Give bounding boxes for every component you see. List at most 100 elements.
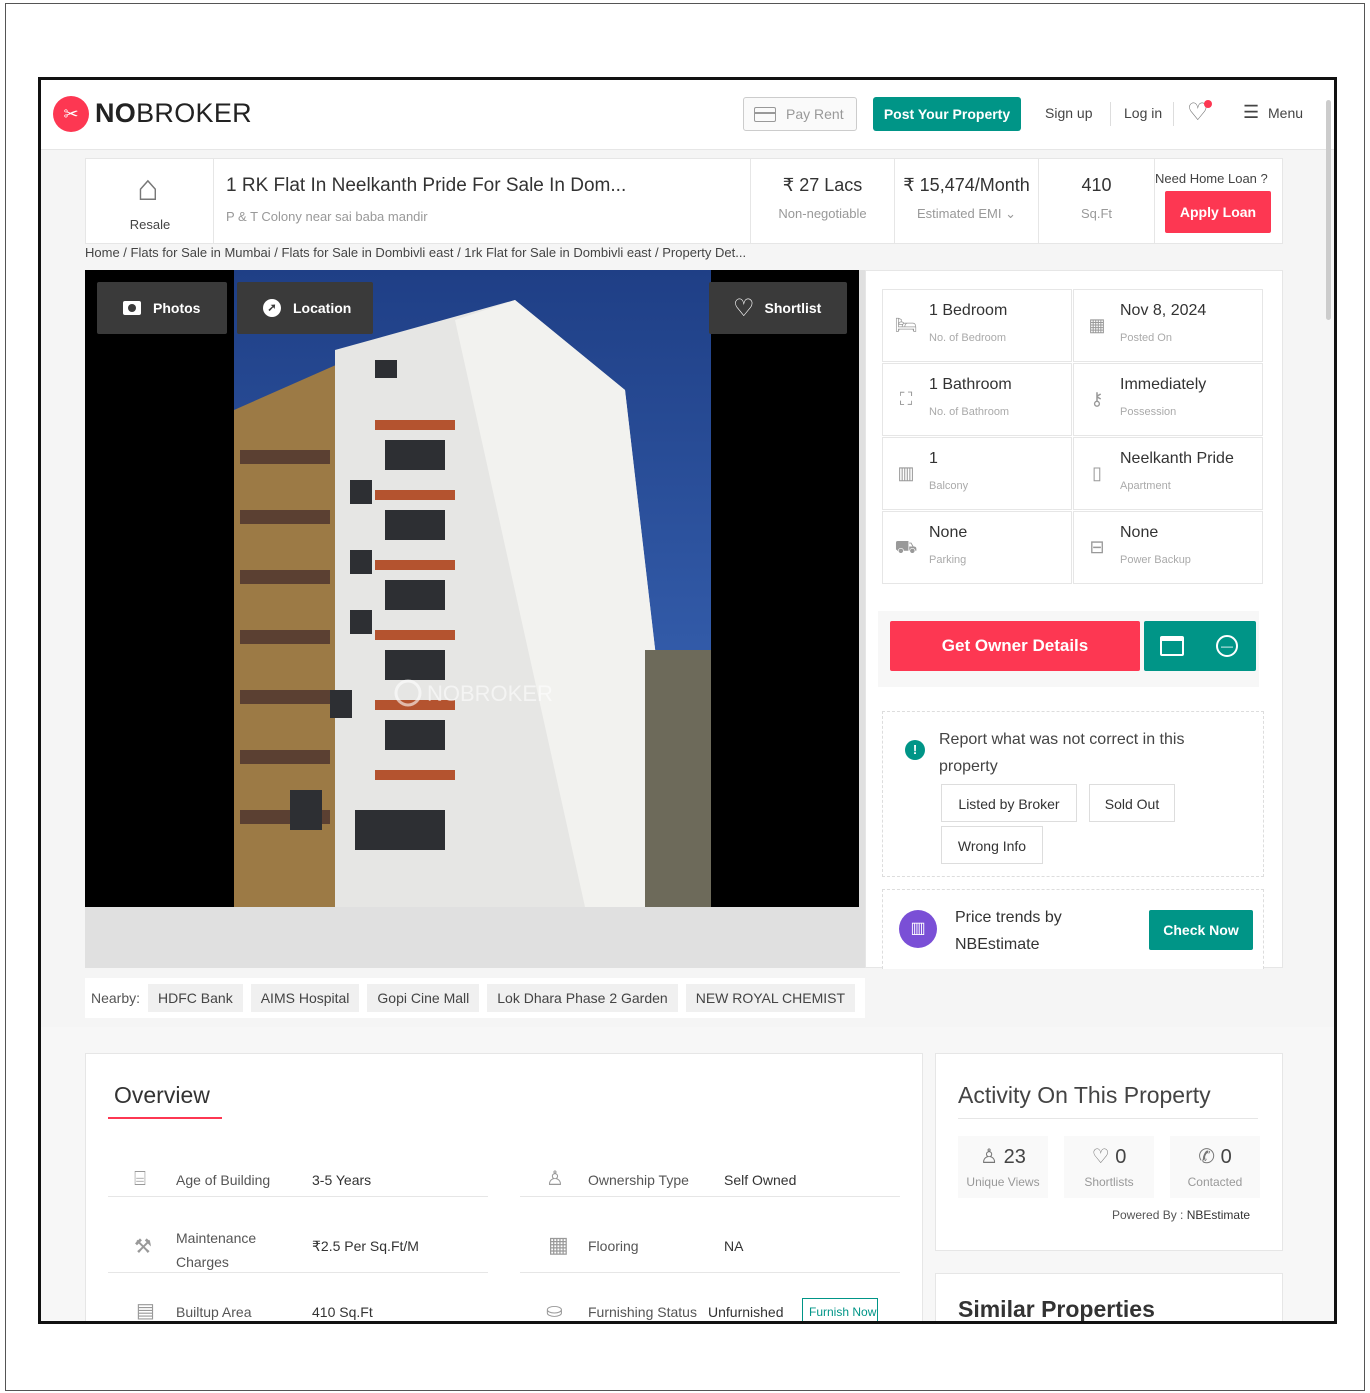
detail-label: Apartment bbox=[1120, 480, 1171, 492]
shortlist-label: Shortlist bbox=[764, 300, 822, 316]
chevron-down-icon: ⌄ bbox=[1005, 206, 1017, 221]
hamburger-menu-icon[interactable]: ☰ bbox=[1243, 102, 1259, 123]
signup-link[interactable]: Sign up bbox=[1045, 105, 1092, 121]
furnish-now-button[interactable]: Furnish Now bbox=[802, 1298, 878, 1321]
overview-value: 3-5 Years bbox=[312, 1172, 372, 1188]
area-cell: 410 Sq.Ft bbox=[1039, 159, 1155, 243]
sold-out-button[interactable]: Sold Out bbox=[1089, 784, 1175, 822]
price-value: ₹ 27 Lacs bbox=[782, 175, 863, 195]
listed-by-broker-button[interactable]: Listed by Broker bbox=[941, 784, 1077, 822]
overview-card: Overview ⌸ Age of Building 3-5 Years ♙ O… bbox=[85, 1053, 923, 1322]
pay-rent-label: Pay Rent bbox=[786, 106, 844, 122]
nearby-label: Nearby: bbox=[91, 990, 141, 1006]
sofa-icon: ⛀ bbox=[546, 1300, 563, 1322]
detail-value: Immediately bbox=[1120, 376, 1207, 393]
calendar-icon: ▦ bbox=[1088, 315, 1106, 335]
divider bbox=[108, 1272, 488, 1273]
menu-label[interactable]: Menu bbox=[1268, 105, 1303, 121]
apply-loan-button[interactable]: Apply Loan bbox=[1165, 191, 1271, 233]
divider bbox=[958, 1118, 1258, 1119]
chat-icon[interactable]: — bbox=[1216, 635, 1238, 657]
nobroker-logo-icon[interactable]: ✂ bbox=[53, 96, 89, 132]
actions-row: Get Owner Details — bbox=[878, 611, 1259, 687]
contacted-count: 0 bbox=[1220, 1146, 1232, 1168]
detail-label: Possession bbox=[1120, 406, 1177, 418]
nbestimate-box: ▥ Price trends by NBEstimate Check Now bbox=[882, 889, 1264, 969]
emi-value: ₹ 15,474/Month bbox=[903, 175, 1030, 195]
detail-value: Neelkanth Pride bbox=[1120, 450, 1234, 467]
detail-cell: ⛶ 1 Bathroom No. of Bathroom bbox=[882, 363, 1072, 436]
calendar-icon[interactable] bbox=[1160, 636, 1184, 656]
contacted-label: Contacted bbox=[1187, 1175, 1243, 1189]
get-owner-details-button[interactable]: Get Owner Details bbox=[890, 621, 1140, 671]
views-label: Unique Views bbox=[966, 1175, 1040, 1189]
powered-label: Powered By : bbox=[1112, 1208, 1184, 1222]
nobroker-logo[interactable]: NOBROKER bbox=[95, 98, 252, 129]
detail-cell: ⊟ None Power Backup bbox=[1073, 511, 1263, 584]
shortlist-heart-icon[interactable]: ♡ bbox=[1187, 98, 1212, 127]
scrollbar-thumb[interactable] bbox=[1326, 100, 1331, 320]
overview-label: Furnishing Status bbox=[588, 1304, 697, 1320]
detail-value: Nov 8, 2024 bbox=[1120, 302, 1207, 319]
property-address: P & T Colony near sai baba mandir bbox=[226, 209, 428, 224]
area-value: 410 bbox=[1081, 175, 1112, 195]
price-note: Non-negotiable bbox=[778, 206, 867, 221]
overview-label: Ownership Type bbox=[588, 1172, 689, 1188]
activity-title: Activity On This Property bbox=[958, 1082, 1211, 1108]
similar-properties-title: Similar Properties bbox=[958, 1296, 1155, 1322]
detail-label: Power Backup bbox=[1120, 554, 1191, 566]
shortlist-button[interactable]: ♡ Shortlist bbox=[709, 282, 847, 334]
unique-views-stat: ♙ 23 Unique Views bbox=[958, 1136, 1048, 1198]
overview-label: Flooring bbox=[588, 1238, 639, 1254]
login-link[interactable]: Log in bbox=[1124, 105, 1162, 121]
flooring-icon: ▦ bbox=[548, 1232, 569, 1257]
home-loan-cell: Need Home Loan ? Apply Loan bbox=[1155, 159, 1283, 243]
phone-icon: ✆ bbox=[1198, 1146, 1216, 1168]
breadcrumb[interactable]: Home / Flats for Sale in Mumbai / Flats … bbox=[85, 245, 746, 260]
shortlists-stat: ♡ 0 Shortlists bbox=[1064, 1136, 1154, 1198]
key-icon: ⚷ bbox=[1090, 389, 1104, 409]
emi-cell[interactable]: ₹ 15,474/Month Estimated EMI ⌄ bbox=[895, 159, 1039, 243]
wrong-info-button[interactable]: Wrong Info bbox=[941, 826, 1043, 864]
home-loan-question: Need Home Loan ? bbox=[1155, 171, 1268, 186]
detail-label: No. of Bathroom bbox=[929, 406, 1010, 418]
emi-note: Estimated EMI bbox=[916, 206, 1002, 221]
post-property-button[interactable]: Post Your Property bbox=[873, 97, 1021, 131]
property-photo[interactable]: NOBROKER Photos ➚ Location ♡ Shortlist bbox=[85, 270, 859, 907]
overview-label: Maintenance Charges bbox=[176, 1230, 257, 1270]
divider bbox=[1173, 102, 1174, 126]
nearby-item[interactable]: Lok Dhara Phase 2 Garden bbox=[487, 984, 678, 1012]
detail-cell: ▯ Neelkanth Pride Apartment bbox=[1073, 437, 1263, 510]
divider bbox=[520, 1196, 900, 1197]
estimate-line1: Price trends by bbox=[955, 909, 1062, 926]
nearby-item[interactable]: Gopi Cine Mall bbox=[367, 984, 480, 1012]
similar-properties-card: Similar Properties bbox=[935, 1273, 1283, 1322]
alert-icon: ! bbox=[905, 740, 925, 760]
overview-title: Overview bbox=[114, 1082, 210, 1108]
photos-tab[interactable]: Photos bbox=[97, 282, 227, 334]
location-tab[interactable]: ➚ Location bbox=[237, 282, 373, 334]
overview-value: Self Owned bbox=[724, 1172, 797, 1188]
nearby-item[interactable]: HDFC Bank bbox=[148, 984, 243, 1012]
building-icon: ▯ bbox=[1092, 463, 1102, 483]
bed-icon: 🛏 bbox=[894, 315, 918, 335]
area-unit: Sq.Ft bbox=[1080, 206, 1113, 221]
detail-cell: ⚷ Immediately Possession bbox=[1073, 363, 1263, 436]
user-icon: ♙ bbox=[980, 1146, 999, 1168]
overview-value: 410 Sq.Ft bbox=[312, 1304, 373, 1320]
battery-icon: ⊟ bbox=[1089, 537, 1105, 557]
hammer-icon: ⚒ bbox=[134, 1236, 152, 1258]
nearby-item[interactable]: AIMS Hospital bbox=[250, 984, 360, 1012]
property-summary-bar: ⌂ Resale 1 RK Flat In Neelkanth Pride Fo… bbox=[85, 158, 1283, 244]
check-now-button[interactable]: Check Now bbox=[1149, 910, 1253, 950]
gallery-container: NOBROKER Photos ➚ Location ♡ Shortlist bbox=[85, 270, 865, 968]
contacted-stat: ✆ 0 Contacted bbox=[1170, 1136, 1260, 1198]
views-count: 23 bbox=[1003, 1146, 1026, 1168]
overview-underline bbox=[108, 1117, 222, 1119]
nearby-item[interactable]: NEW ROYAL CHEMIST bbox=[685, 984, 856, 1012]
estimate-text: Price trends by NBEstimate bbox=[955, 904, 1062, 958]
photo-watermark: NOBROKER bbox=[427, 681, 553, 706]
overview-label: Age of Building bbox=[176, 1172, 271, 1188]
pay-rent-button[interactable]: Pay Rent bbox=[743, 97, 857, 131]
price-cell: ₹ 27 Lacs Non-negotiable bbox=[751, 159, 895, 243]
